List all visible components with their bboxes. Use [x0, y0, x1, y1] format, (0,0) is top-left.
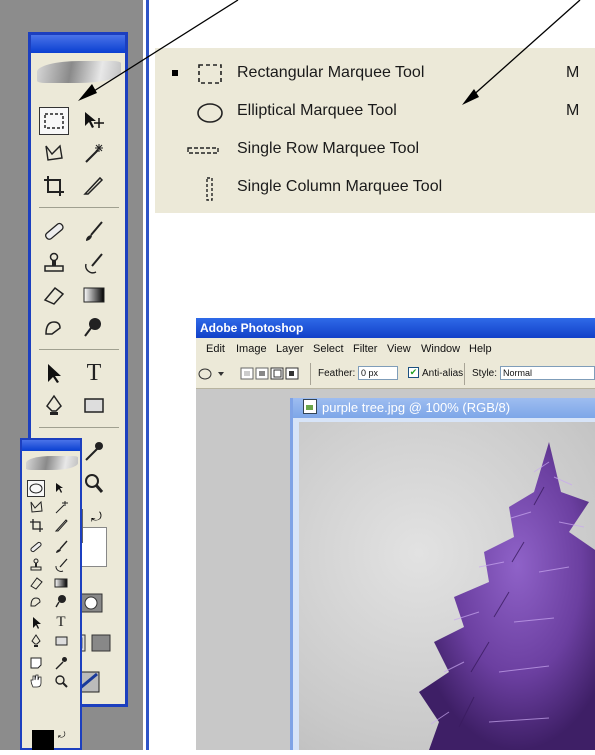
annotation-arrow: [78, 0, 239, 101]
annotation-arrows-layer: [78, 0, 581, 105]
annotation-arrow: [462, 0, 581, 105]
